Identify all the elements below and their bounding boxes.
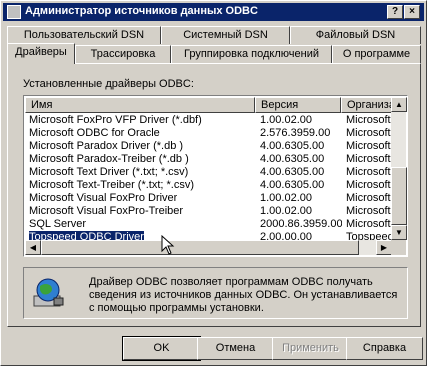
driver-org-cell: Microsoft C bbox=[346, 153, 392, 165]
scroll-right-button[interactable]: ▶ bbox=[376, 240, 392, 255]
driver-info-box: Драйвер ODBC позволяет программам ODBC п… bbox=[23, 267, 408, 319]
driver-org-cell: Microsoft C bbox=[346, 179, 392, 191]
driver-version-cell: 4.00.6305.00 bbox=[260, 166, 325, 178]
odbc-admin-window: Администратор источников данных ODBC ? ×… bbox=[0, 0, 427, 366]
driver-org-cell: Microsoft C bbox=[346, 166, 392, 178]
scroll-up-button[interactable]: ▲ bbox=[391, 97, 407, 112]
app-icon bbox=[7, 5, 21, 19]
cancel-button[interactable]: Отмена bbox=[197, 337, 274, 360]
tab-file-dsn[interactable]: Файловый DSN bbox=[290, 26, 421, 44]
driver-name-cell: Microsoft Paradox-Treiber (*.db ) bbox=[29, 153, 189, 165]
help-button[interactable]: Справка bbox=[346, 337, 423, 360]
help-title-button[interactable]: ? bbox=[387, 5, 403, 19]
driver-version-cell: 4.00.6305.00 bbox=[260, 153, 325, 165]
column-header-name[interactable]: Имя bbox=[25, 97, 255, 113]
tab-tracing[interactable]: Трассировка bbox=[75, 45, 171, 63]
driver-name-cell: Microsoft Visual FoxPro Driver bbox=[29, 192, 178, 204]
column-header-company[interactable]: Организа bbox=[341, 97, 393, 113]
drivers-list[interactable]: Имя Версия Организа Microsoft FoxPro VFP… bbox=[23, 95, 408, 257]
tab-connection-pooling[interactable]: Группировка подключений bbox=[171, 45, 332, 63]
tab-drivers[interactable]: Драйверы bbox=[7, 43, 75, 64]
close-title-button[interactable]: × bbox=[404, 5, 420, 19]
driver-org-cell: Microsoft C bbox=[346, 140, 392, 152]
driver-org-cell: Microsoft C bbox=[346, 127, 392, 139]
driver-version-cell: 4.00.6305.00 bbox=[260, 179, 325, 191]
tab-system-dsn[interactable]: Системный DSN bbox=[161, 26, 290, 44]
driver-version-cell: 1.00.02.00 bbox=[260, 114, 312, 126]
window-title: Администратор источников данных ODBC bbox=[25, 5, 258, 17]
tab-about[interactable]: О программе bbox=[332, 45, 421, 63]
driver-name-cell: Microsoft Text-Treiber (*.txt; *.csv) bbox=[29, 179, 195, 191]
odbc-globe-icon bbox=[33, 278, 64, 307]
driver-name-cell: Microsoft FoxPro VFP Driver (*.dbf) bbox=[29, 114, 202, 126]
scroll-thumb[interactable] bbox=[391, 167, 407, 225]
driver-row[interactable]: Microsoft Paradox-Treiber (*.db ) 4.00.63… bbox=[25, 153, 392, 166]
scroll-corner bbox=[391, 240, 406, 255]
driver-version-cell: 4.00.6305.00 bbox=[260, 140, 325, 152]
driver-row[interactable]: Microsoft FoxPro VFP Driver (*.dbf) 1.00.… bbox=[25, 114, 392, 127]
driver-version-cell: 1.00.02.00 bbox=[260, 205, 312, 217]
driver-name-cell: Microsoft Text Driver (*.txt; *.csv) bbox=[29, 166, 189, 178]
driver-row[interactable]: Microsoft Visual FoxPro-Treiber 1.00.02.0… bbox=[25, 205, 392, 218]
hscroll-thumb[interactable] bbox=[41, 240, 359, 255]
driver-version-cell: 2000.86.3959.00 bbox=[260, 218, 342, 230]
driver-org-cell: Microsoft C bbox=[346, 192, 392, 204]
scroll-down-button[interactable]: ▼ bbox=[391, 225, 407, 240]
title-bar: Администратор источников данных ODBC ? × bbox=[3, 3, 424, 21]
driver-org-cell: Microsoft C bbox=[346, 114, 392, 126]
driver-org-cell: Microsoft C bbox=[346, 218, 392, 230]
horizontal-scrollbar[interactable]: ◀ ▶ bbox=[25, 240, 392, 255]
driver-org-cell: Microsoft C bbox=[346, 205, 392, 217]
driver-row[interactable]: Microsoft Paradox Driver (*.db ) 4.00.630… bbox=[25, 140, 392, 153]
driver-version-cell: 1.00.02.00 bbox=[260, 192, 312, 204]
vertical-scrollbar[interactable]: ▲ ▼ bbox=[391, 97, 407, 240]
apply-button[interactable]: Применить bbox=[272, 337, 349, 360]
driver-name-cell: Microsoft ODBC for Oracle bbox=[29, 127, 160, 139]
scroll-left-button[interactable]: ◀ bbox=[25, 240, 41, 255]
driver-row[interactable]: Microsoft ODBC for Oracle 2.576.3959.00 Mi… bbox=[25, 127, 392, 140]
ok-button[interactable]: OK bbox=[122, 336, 201, 361]
mouse-cursor-icon bbox=[161, 235, 175, 255]
driver-row[interactable]: Microsoft Text Driver (*.txt; *.csv) 4.00… bbox=[25, 166, 392, 179]
driver-name-cell: SQL Server bbox=[29, 218, 87, 230]
tab-user-dsn[interactable]: Пользовательский DSN bbox=[7, 26, 161, 44]
driver-row[interactable]: Microsoft Visual FoxPro Driver 1.00.02.00… bbox=[25, 192, 392, 205]
driver-info-text: Драйвер ODBC позволяет программам ODBC п… bbox=[89, 276, 398, 314]
driver-row[interactable]: Microsoft Text-Treiber (*.txt; *.csv) 4.0… bbox=[25, 179, 392, 192]
installed-drivers-label: Установленные драйверы ODBC: bbox=[23, 78, 194, 90]
driver-name-cell: Microsoft Visual FoxPro-Treiber bbox=[29, 205, 184, 217]
column-header-version[interactable]: Версия bbox=[255, 97, 341, 113]
driver-version-cell: 2.576.3959.00 bbox=[260, 127, 331, 139]
driver-row[interactable]: SQL Server 2000.86.3959.00 Microsoft C bbox=[25, 218, 392, 231]
driver-name-cell: Microsoft Paradox Driver (*.db ) bbox=[29, 140, 184, 152]
